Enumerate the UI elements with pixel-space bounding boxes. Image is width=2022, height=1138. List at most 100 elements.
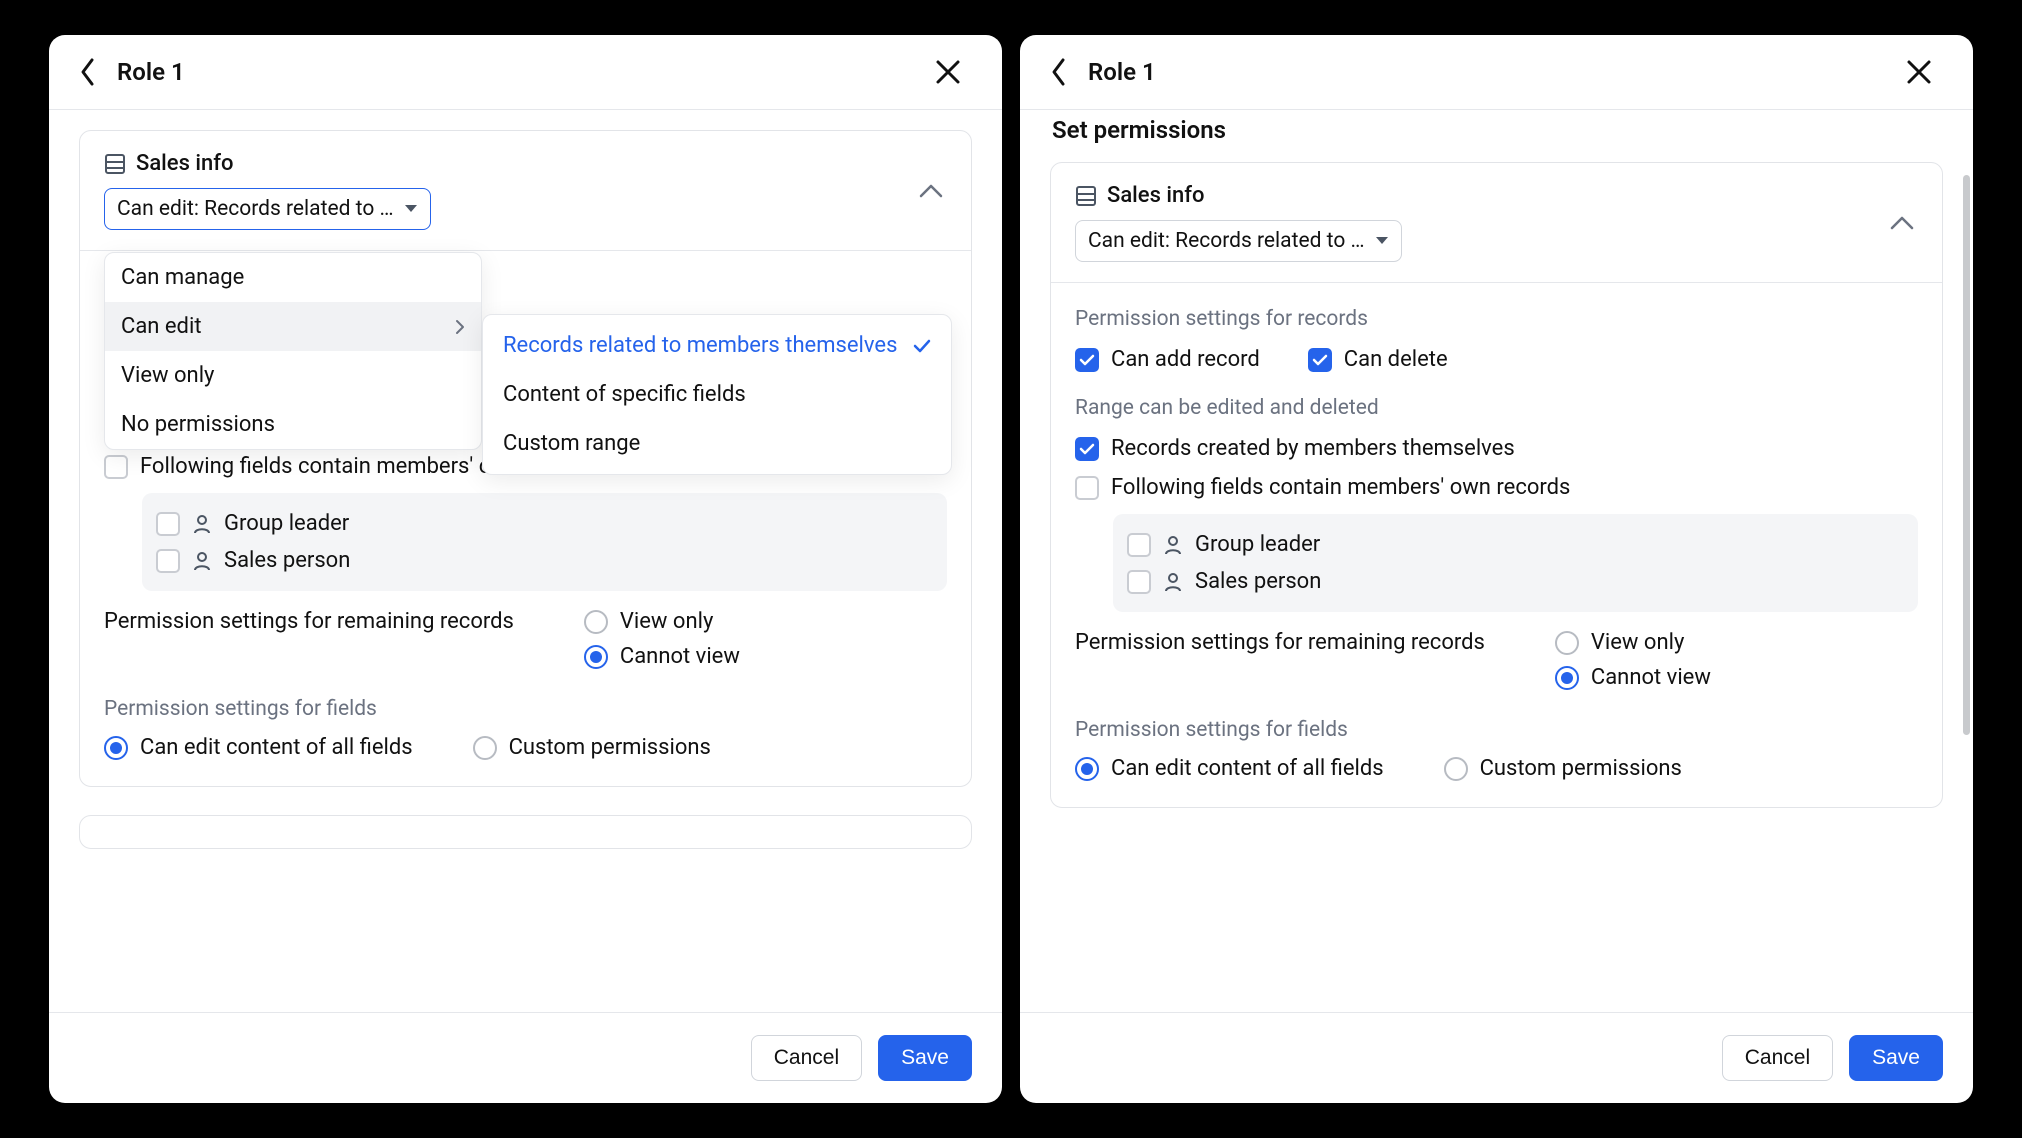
chevron-right-icon: [455, 319, 465, 335]
radio-cannot-view[interactable]: Cannot view: [584, 644, 740, 669]
checkbox-can-delete[interactable]: Can delete: [1308, 347, 1448, 372]
radio-label: Custom permissions: [1480, 756, 1682, 781]
table-icon: [104, 153, 126, 175]
table-name: Sales info: [1107, 183, 1204, 208]
subdropdown-item-label: Custom range: [503, 431, 640, 456]
person-icon: [1163, 535, 1183, 555]
fields-section-label: Permission settings for fields: [104, 697, 947, 721]
permission-card: Sales info Can edit: Records related to …: [1050, 162, 1943, 808]
field-option[interactable]: Group leader: [1127, 526, 1904, 563]
checkbox-icon: [156, 512, 180, 536]
dialog-body: Set permissions Sales info Can edit: Rec…: [1020, 110, 1973, 1012]
field-label: Group leader: [1195, 532, 1320, 557]
dropdown-item-label: No permissions: [121, 412, 275, 437]
radio-label: Cannot view: [1591, 665, 1711, 690]
dropdown-item-view-only[interactable]: View only: [105, 351, 481, 400]
section-heading: Set permissions: [1052, 116, 1943, 144]
dialog-title: Role 1: [1088, 58, 1905, 86]
checkbox-can-add[interactable]: Can add record: [1075, 347, 1260, 372]
close-icon[interactable]: [934, 58, 962, 86]
cancel-button[interactable]: Cancel: [751, 1035, 862, 1081]
close-icon[interactable]: [1905, 58, 1933, 86]
person-icon: [1163, 572, 1183, 592]
field-option[interactable]: Group leader: [156, 505, 933, 542]
remaining-label: Permission settings for remaining record…: [104, 609, 514, 634]
radio-icon: [473, 736, 497, 760]
table-name-row: Sales info: [1075, 183, 1918, 208]
radio-custom-permissions[interactable]: Custom permissions: [473, 735, 711, 760]
field-option[interactable]: Sales person: [156, 542, 933, 579]
records-section-label: Permission settings for records: [1075, 307, 1918, 331]
dialog-footer: Cancel Save: [49, 1012, 1002, 1103]
radio-cannot-view[interactable]: Cannot view: [1555, 665, 1711, 690]
radio-icon: [1555, 631, 1579, 655]
dropdown-item-can-manage[interactable]: Can manage: [105, 253, 481, 302]
checkbox-icon: [1127, 533, 1151, 557]
remaining-records-row: Permission settings for remaining record…: [1075, 630, 1918, 690]
fields-box: Group leader Sales person: [1113, 514, 1918, 612]
selector-value: Can edit: Records related to …: [117, 197, 394, 221]
checkbox-icon: [156, 549, 180, 573]
save-button[interactable]: Save: [1849, 1035, 1943, 1081]
dropdown-item-label: Can edit: [121, 314, 202, 339]
checkbox-following-fields[interactable]: Following fields contain members' own re…: [1075, 475, 1918, 500]
permission-selector[interactable]: Can edit: Records related to …: [1075, 220, 1402, 262]
fields-section-label: Permission settings for fields: [1075, 718, 1918, 742]
save-button[interactable]: Save: [878, 1035, 972, 1081]
collapse-icon[interactable]: [919, 184, 943, 198]
dropdown-item-no-permissions[interactable]: No permissions: [105, 400, 481, 449]
permission-subdropdown: Records related to members themselves Co…: [482, 314, 952, 475]
checkbox-icon: [1075, 348, 1099, 372]
radio-all-fields[interactable]: Can edit content of all fields: [104, 735, 413, 760]
cancel-button[interactable]: Cancel: [1722, 1035, 1833, 1081]
dialog-header: Role 1: [49, 35, 1002, 110]
pane-left: Role 1 Sales info Can edit: Records rela…: [49, 35, 1002, 1103]
radio-label: Cannot view: [620, 644, 740, 669]
radio-custom-permissions[interactable]: Custom permissions: [1444, 756, 1682, 781]
radio-icon: [1444, 757, 1468, 781]
checkbox-icon: [1075, 437, 1099, 461]
radio-icon: [584, 610, 608, 634]
remaining-records-row: Permission settings for remaining record…: [104, 609, 947, 669]
back-icon[interactable]: [1050, 57, 1068, 87]
checkbox-icon: [1308, 348, 1332, 372]
selector-value: Can edit: Records related to …: [1088, 229, 1365, 253]
checkbox-label: Can delete: [1344, 347, 1448, 372]
radio-label: Can edit content of all fields: [140, 735, 413, 760]
subdropdown-item-content-fields[interactable]: Content of specific fields: [483, 370, 951, 419]
subdropdown-item-label: Records related to members themselves: [503, 333, 897, 358]
table-name: Sales info: [136, 151, 233, 176]
check-icon: [913, 339, 931, 353]
radio-all-fields[interactable]: Can edit content of all fields: [1075, 756, 1384, 781]
dialog-footer: Cancel Save: [1020, 1012, 1973, 1103]
card-body: Permission settings for records Can add …: [1051, 282, 1942, 807]
permission-selector[interactable]: Can edit: Records related to …: [104, 188, 431, 230]
subdropdown-item-custom-range[interactable]: Custom range: [483, 419, 951, 468]
checkbox-icon: [1127, 570, 1151, 594]
checkbox-records-created[interactable]: Records created by members themselves: [1075, 436, 1918, 461]
checkbox-label: Following fields contain members' own re…: [1111, 475, 1570, 500]
radio-view-only[interactable]: View only: [1555, 630, 1711, 655]
radio-view-only[interactable]: View only: [584, 609, 740, 634]
person-icon: [192, 514, 212, 534]
checkbox-icon: [1075, 476, 1099, 500]
dropdown-item-can-edit[interactable]: Can edit: [105, 302, 481, 351]
field-option[interactable]: Sales person: [1127, 563, 1904, 600]
table-icon: [1075, 185, 1097, 207]
scrollbar-thumb[interactable]: [1963, 175, 1970, 735]
dialog-body: Sales info Can edit: Records related to …: [49, 110, 1002, 1012]
collapse-icon[interactable]: [1890, 216, 1914, 230]
back-icon[interactable]: [79, 57, 97, 87]
table-name-row: Sales info: [104, 151, 947, 176]
person-icon: [192, 551, 212, 571]
dropdown-item-label: Can manage: [121, 265, 244, 290]
dropdown-item-label: View only: [121, 363, 214, 388]
caret-down-icon: [404, 204, 418, 214]
dialog-header: Role 1: [1020, 35, 1973, 110]
next-card-preview: [79, 815, 972, 849]
range-label: Range can be edited and deleted: [1075, 396, 1918, 420]
subdropdown-item-label: Content of specific fields: [503, 382, 746, 407]
subdropdown-item-records-related[interactable]: Records related to members themselves: [483, 321, 951, 370]
radio-icon: [584, 645, 608, 669]
checkbox-label: Can add record: [1111, 347, 1260, 372]
